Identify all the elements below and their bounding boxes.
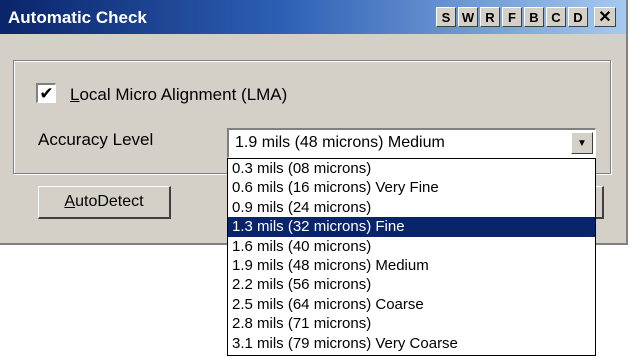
titlebar-button-s[interactable]: S: [436, 7, 456, 27]
accuracy-level-dropdown-list: 0.3 mils (08 microns) 0.6 mils (16 micro…: [227, 158, 596, 356]
titlebar-button-group: S W R F B C D ✕: [436, 7, 616, 27]
titlebar-button-f[interactable]: F: [502, 7, 522, 27]
dropdown-option[interactable]: 0.3 mils (08 microns): [228, 159, 595, 178]
lma-label-rest: ocal Micro Alignment (LMA): [79, 85, 288, 104]
dropdown-option[interactable]: 1.9 mils (48 microns) Medium: [228, 256, 595, 275]
close-icon[interactable]: ✕: [594, 7, 616, 27]
lma-checkbox[interactable]: ✔: [36, 83, 56, 103]
titlebar-button-d[interactable]: D: [568, 7, 588, 27]
accuracy-level-label: Accuracy Level: [38, 130, 154, 149]
dropdown-option[interactable]: 2.8 mils (71 microns): [228, 314, 595, 333]
autodetect-label: utoDetect: [75, 193, 144, 210]
title-bar[interactable]: Automatic Check S W R F B C D ✕: [0, 0, 626, 34]
dropdown-option-highlighted[interactable]: 1.3 mils (32 microns) Fine: [228, 217, 595, 237]
accuracy-level-selected-value: 1.9 mils (48 microns) Medium: [235, 134, 445, 151]
chevron-down-icon[interactable]: ▼: [571, 132, 593, 154]
dropdown-option[interactable]: 3.1 mils (79 microns) Very Coarse: [228, 334, 595, 353]
accuracy-level-select[interactable]: 1.9 mils (48 microns) Medium ▼: [227, 128, 596, 158]
dropdown-option[interactable]: 2.5 mils (64 microns) Coarse: [228, 295, 595, 314]
dropdown-option[interactable]: 0.6 mils (16 microns) Very Fine: [228, 178, 595, 197]
dropdown-option[interactable]: 1.6 mils (40 microns): [228, 237, 595, 256]
dropdown-option[interactable]: 2.2 mils (56 microns): [228, 275, 595, 294]
titlebar-button-b[interactable]: B: [524, 7, 544, 27]
dropdown-option[interactable]: 0.9 mils (24 microns): [228, 198, 595, 217]
autodetect-button[interactable]: AutoDetect: [38, 186, 171, 219]
titlebar-button-w[interactable]: W: [458, 7, 478, 27]
lma-checkbox-label[interactable]: Local Micro Alignment (LMA): [70, 85, 287, 105]
titlebar-button-c[interactable]: C: [546, 7, 566, 27]
titlebar-button-r[interactable]: R: [480, 7, 500, 27]
window-title: Automatic Check: [8, 8, 147, 27]
autodetect-accelerator: A: [64, 193, 76, 210]
